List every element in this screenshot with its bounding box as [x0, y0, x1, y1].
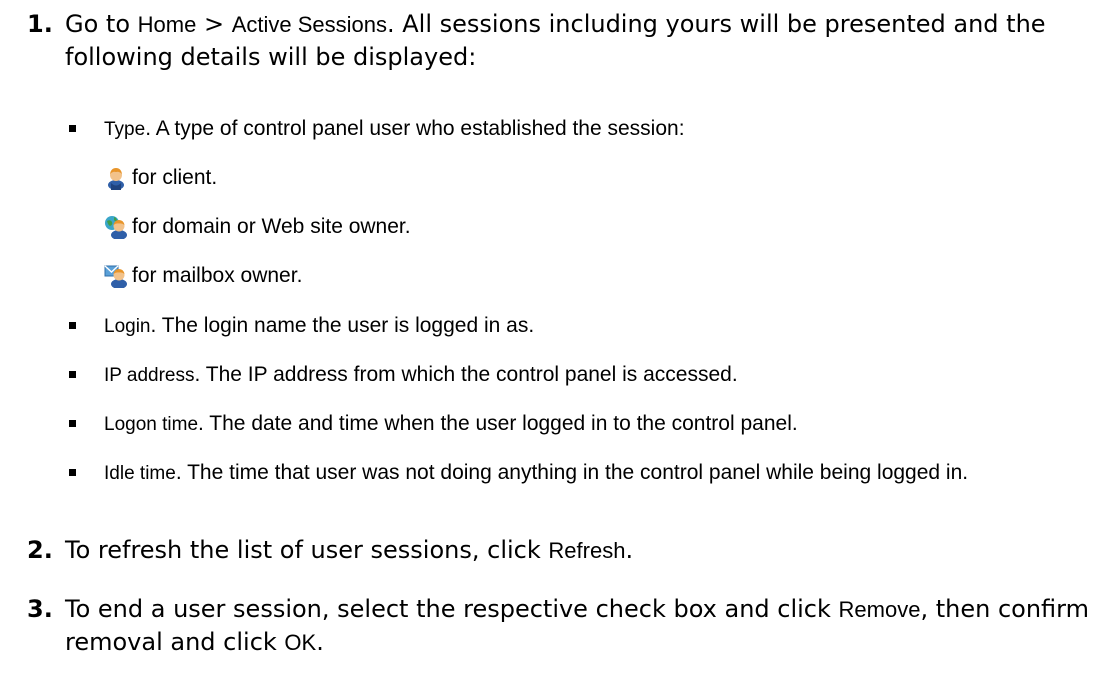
ui-term-refresh: Refresh	[548, 538, 626, 563]
user-type-mailbox-owner: for mailbox owner.	[104, 262, 302, 290]
mailbox-owner-icon	[104, 265, 127, 288]
client-user-icon	[108, 168, 124, 190]
step-text: To end a user session, select the respec…	[65, 595, 1089, 656]
user-type-label: for mailbox owner.	[132, 264, 303, 287]
detail-text: Idle time. The time that user was not do…	[104, 459, 1079, 488]
step-number: 1.	[27, 10, 53, 38]
user-type-label: for client.	[132, 166, 218, 189]
user-type-client: for client.	[104, 164, 217, 192]
step-1: 1. Go to Home > Active Sessions. All ses…	[0, 8, 1095, 74]
step-text-part: To refresh the list of user sessions, cl…	[65, 536, 549, 564]
detail-term: Logon time	[104, 414, 199, 435]
detail-description: . The IP address from which the control …	[194, 363, 738, 386]
step-3: 3. To end a user session, select the res…	[0, 593, 1095, 659]
bullet-square	[69, 125, 76, 132]
bullet-square	[69, 420, 76, 427]
ui-term-active-sessions: Active Sessions	[231, 12, 387, 37]
step-text: To refresh the list of user sessions, cl…	[65, 536, 633, 564]
step-text: Go to Home > Active Sessions. All sessio…	[65, 10, 1046, 71]
step-text-part: .	[316, 628, 324, 656]
step-text-part: To end a user session, select the respec…	[65, 595, 839, 623]
step-text-separator: >	[196, 10, 232, 38]
detail-text: Logon time. The date and time when the u…	[104, 410, 1079, 439]
ui-term-ok: OK	[284, 630, 317, 655]
detail-text: IP address. The IP address from which th…	[104, 361, 1079, 390]
domain-owner-icon	[105, 216, 127, 239]
detail-description: . The date and time when the user logged…	[198, 412, 798, 435]
detail-term: IP address	[104, 365, 195, 386]
detail-text: Type. A type of control panel user who e…	[104, 115, 1079, 144]
step-2: 2. To refresh the list of user sessions,…	[0, 534, 1095, 567]
bullet-square	[69, 469, 76, 476]
step-text-part: .	[625, 536, 634, 564]
detail-description: . The login name the user is logged in a…	[150, 314, 535, 337]
step-number: 3.	[27, 595, 53, 623]
step-text-part: Go to	[65, 10, 138, 38]
user-type-domain-owner: for domain or Web site owner.	[104, 213, 411, 241]
detail-description: . A type of control panel user who estab…	[145, 117, 685, 140]
bullet-square	[69, 371, 76, 378]
detail-description: . The time that user was not doing anyth…	[175, 461, 969, 484]
detail-term: Type	[104, 119, 146, 140]
detail-term: Idle time	[104, 463, 176, 484]
bullet-square	[69, 322, 76, 329]
ui-term-home: Home	[137, 12, 197, 37]
detail-term: Login	[104, 316, 151, 337]
user-type-label: for domain or Web site owner.	[132, 215, 411, 238]
step-number: 2.	[27, 536, 53, 564]
detail-text: Login. The login name the user is logged…	[104, 312, 1079, 341]
ui-term-remove: Remove	[838, 597, 921, 622]
